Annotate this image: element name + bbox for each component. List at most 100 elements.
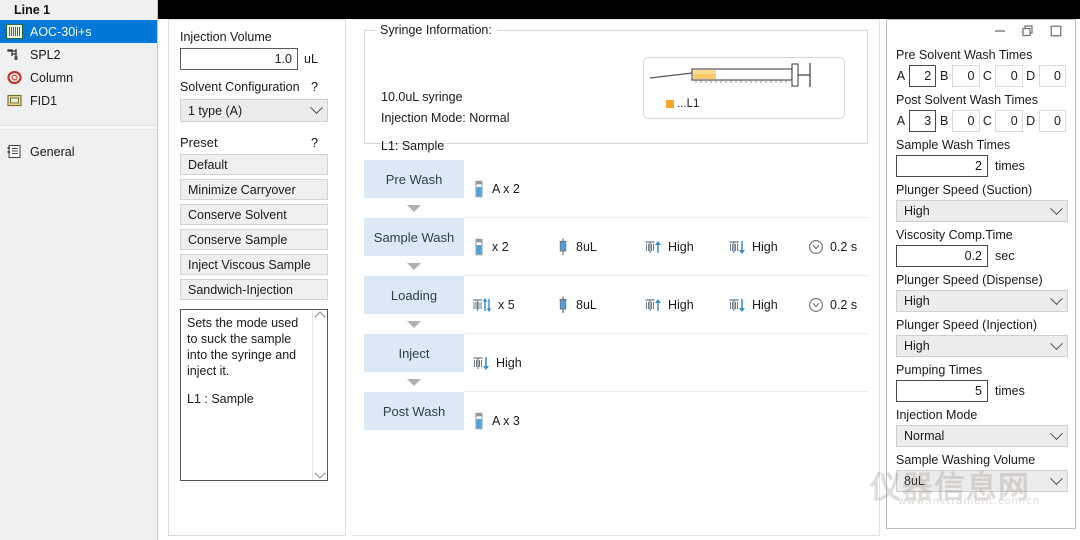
cell-loading-pumping[interactable]: x 5 — [464, 296, 556, 314]
preset-label: Preset — [180, 135, 218, 150]
pre-solvent-wash-label: Pre Solvent Wash Times — [896, 48, 1066, 62]
step-arrow-2 — [364, 256, 464, 276]
pre-solvent-wash-row: A 2 B 0 C 0 D 0 — [896, 65, 1066, 87]
post-solvent-wash-label: Post Solvent Wash Times — [896, 93, 1066, 107]
restore-icon[interactable] — [1021, 24, 1035, 38]
cell-postwash-vial[interactable]: A x 3 — [464, 412, 556, 430]
samplewash-vial-value: x 2 — [492, 240, 509, 254]
plunger-speed-injection-select[interactable]: High — [896, 335, 1068, 357]
sidebar-item-column[interactable]: Column — [0, 66, 157, 89]
pumping-times-input[interactable]: 5 — [896, 380, 988, 402]
pre-wash-input-d[interactable]: 0 — [1039, 65, 1066, 87]
solvent-configuration-select[interactable]: 1 type (A) — [180, 99, 328, 122]
solvent-configuration-value: 1 type (A) — [188, 104, 242, 118]
post-wash-input-c[interactable]: 0 — [995, 110, 1022, 132]
triangle-down-icon — [407, 205, 421, 212]
preset-button-inject-viscous-sample[interactable]: Inject Viscous Sample — [180, 254, 328, 275]
cell-samplewash-volume[interactable]: 8uL — [556, 238, 644, 256]
injection-volume-label: Injection Volume — [180, 30, 334, 44]
preset-button-minimize-carryover[interactable]: Minimize Carryover — [180, 179, 328, 200]
syringe-info-text: 10.0uL syringe Injection Mode: Normal L1… — [381, 87, 510, 157]
clock-icon — [808, 297, 824, 313]
chevron-down-icon — [1050, 472, 1063, 485]
preset-button-conserve-sample[interactable]: Conserve Sample — [180, 229, 328, 250]
sample-wash-times-input[interactable]: 2 — [896, 155, 988, 177]
row-post-wash: A x 3 — [464, 392, 868, 450]
plunger-updown-icon — [472, 296, 492, 314]
chevron-down-icon — [1050, 292, 1063, 305]
window-controls — [887, 20, 1075, 42]
step-arrow-1 — [364, 198, 464, 218]
cell-inject-speed[interactable]: High — [464, 354, 556, 372]
sample-washing-volume-value: 8uL — [904, 474, 925, 488]
column-coil-icon — [6, 70, 23, 85]
triangle-down-icon — [407, 379, 421, 386]
preset-help-icon[interactable]: ? — [311, 136, 318, 150]
scroll-up-icon[interactable] — [314, 311, 325, 322]
step-pre-wash[interactable]: Pre Wash — [364, 160, 464, 198]
injection-mode-select[interactable]: Normal — [896, 425, 1068, 447]
plunger-speed-suction-select[interactable]: High — [896, 200, 1068, 222]
sidebar-item-fid1[interactable]: FID1 — [0, 89, 157, 112]
step-sample-wash[interactable]: Sample Wash — [364, 218, 464, 256]
preset-button-default[interactable]: Default — [180, 154, 328, 175]
plunger-up-icon — [644, 238, 662, 256]
legend-color-swatch — [666, 100, 674, 108]
plunger-speed-dispense-select[interactable]: High — [896, 290, 1068, 312]
cell-loading-time[interactable]: 0.2 s — [808, 297, 868, 313]
samplewash-dispense-value: High — [752, 240, 778, 254]
sidebar-item-spl2[interactable]: SPL2 — [0, 43, 157, 66]
cell-loading-dispense-speed[interactable]: High — [728, 296, 808, 314]
cell-loading-suction-speed[interactable]: High — [644, 296, 728, 314]
post-wash-key-a: A — [896, 114, 906, 128]
scroll-down-icon[interactable] — [314, 467, 325, 478]
sidebar-item-aoc[interactable]: AOC-30i+s — [0, 20, 157, 43]
post-wash-input-d[interactable]: 0 — [1039, 110, 1066, 132]
viscosity-comp-time-row: 0.2 sec — [896, 245, 1066, 267]
chevron-down-icon — [1050, 202, 1063, 215]
injector-icon — [6, 47, 23, 62]
step-post-wash[interactable]: Post Wash — [364, 392, 464, 430]
cell-prewash-vial[interactable]: A x 2 — [464, 180, 556, 198]
viscosity-comp-time-input[interactable]: 0.2 — [896, 245, 988, 267]
clock-icon — [808, 239, 824, 255]
plunger-down-icon — [728, 296, 746, 314]
vial-icon — [472, 238, 486, 256]
preset-button-conserve-solvent[interactable]: Conserve Solvent — [180, 204, 328, 225]
sample-wash-times-label: Sample Wash Times — [896, 138, 1066, 152]
workflow-parameter-rows: A x 2 x 2 — [464, 160, 868, 450]
step-arrow-4 — [364, 372, 464, 392]
sidebar: Line 1 AOC-30i+s SPL2 — [0, 0, 158, 540]
sidebar-item-general[interactable]: General — [0, 140, 157, 163]
cell-samplewash-suction-speed[interactable]: High — [644, 238, 728, 256]
sample-text: L1: Sample — [381, 136, 510, 157]
minimize-icon[interactable] — [993, 24, 1007, 38]
post-wash-input-b[interactable]: 0 — [952, 110, 979, 132]
cell-samplewash-dispense-speed[interactable]: High — [728, 238, 808, 256]
sidebar-item-label: AOC-30i+s — [30, 25, 91, 39]
maximize-icon[interactable] — [1049, 24, 1063, 38]
injection-volume-input[interactable]: 1.0 — [180, 48, 298, 70]
post-wash-input-a[interactable]: 3 — [909, 110, 936, 132]
injection-settings-panel: Injection Volume 1.0 uL Solvent Configur… — [168, 19, 346, 536]
step-loading[interactable]: Loading — [364, 276, 464, 314]
pre-wash-input-b[interactable]: 0 — [952, 65, 979, 87]
pre-wash-input-a[interactable]: 2 — [909, 65, 936, 87]
syringe-legend: ...L1 — [666, 98, 699, 110]
description-scrollbar[interactable] — [312, 310, 327, 480]
cell-loading-volume[interactable]: 8uL — [556, 296, 644, 314]
pre-wash-input-c[interactable]: 0 — [995, 65, 1022, 87]
samplewash-time-value: 0.2 s — [830, 240, 857, 254]
preset-button-sandwich-injection[interactable]: Sandwich-Injection — [180, 279, 328, 300]
sample-wash-times-unit: times — [995, 159, 1025, 173]
solvent-configuration-help-icon[interactable]: ? — [311, 80, 318, 94]
application-window: Line 1 AOC-30i+s SPL2 — [0, 0, 1080, 540]
triangle-down-icon — [407, 263, 421, 270]
sample-washing-volume-select[interactable]: 8uL — [896, 470, 1068, 492]
sidebar-item-label: Column — [30, 71, 73, 85]
syringe-information-title: Syringe Information: — [375, 23, 497, 37]
step-inject[interactable]: Inject — [364, 334, 464, 372]
cell-samplewash-time[interactable]: 0.2 s — [808, 239, 868, 255]
vial-icon — [472, 180, 486, 198]
cell-samplewash-vial[interactable]: x 2 — [464, 238, 556, 256]
